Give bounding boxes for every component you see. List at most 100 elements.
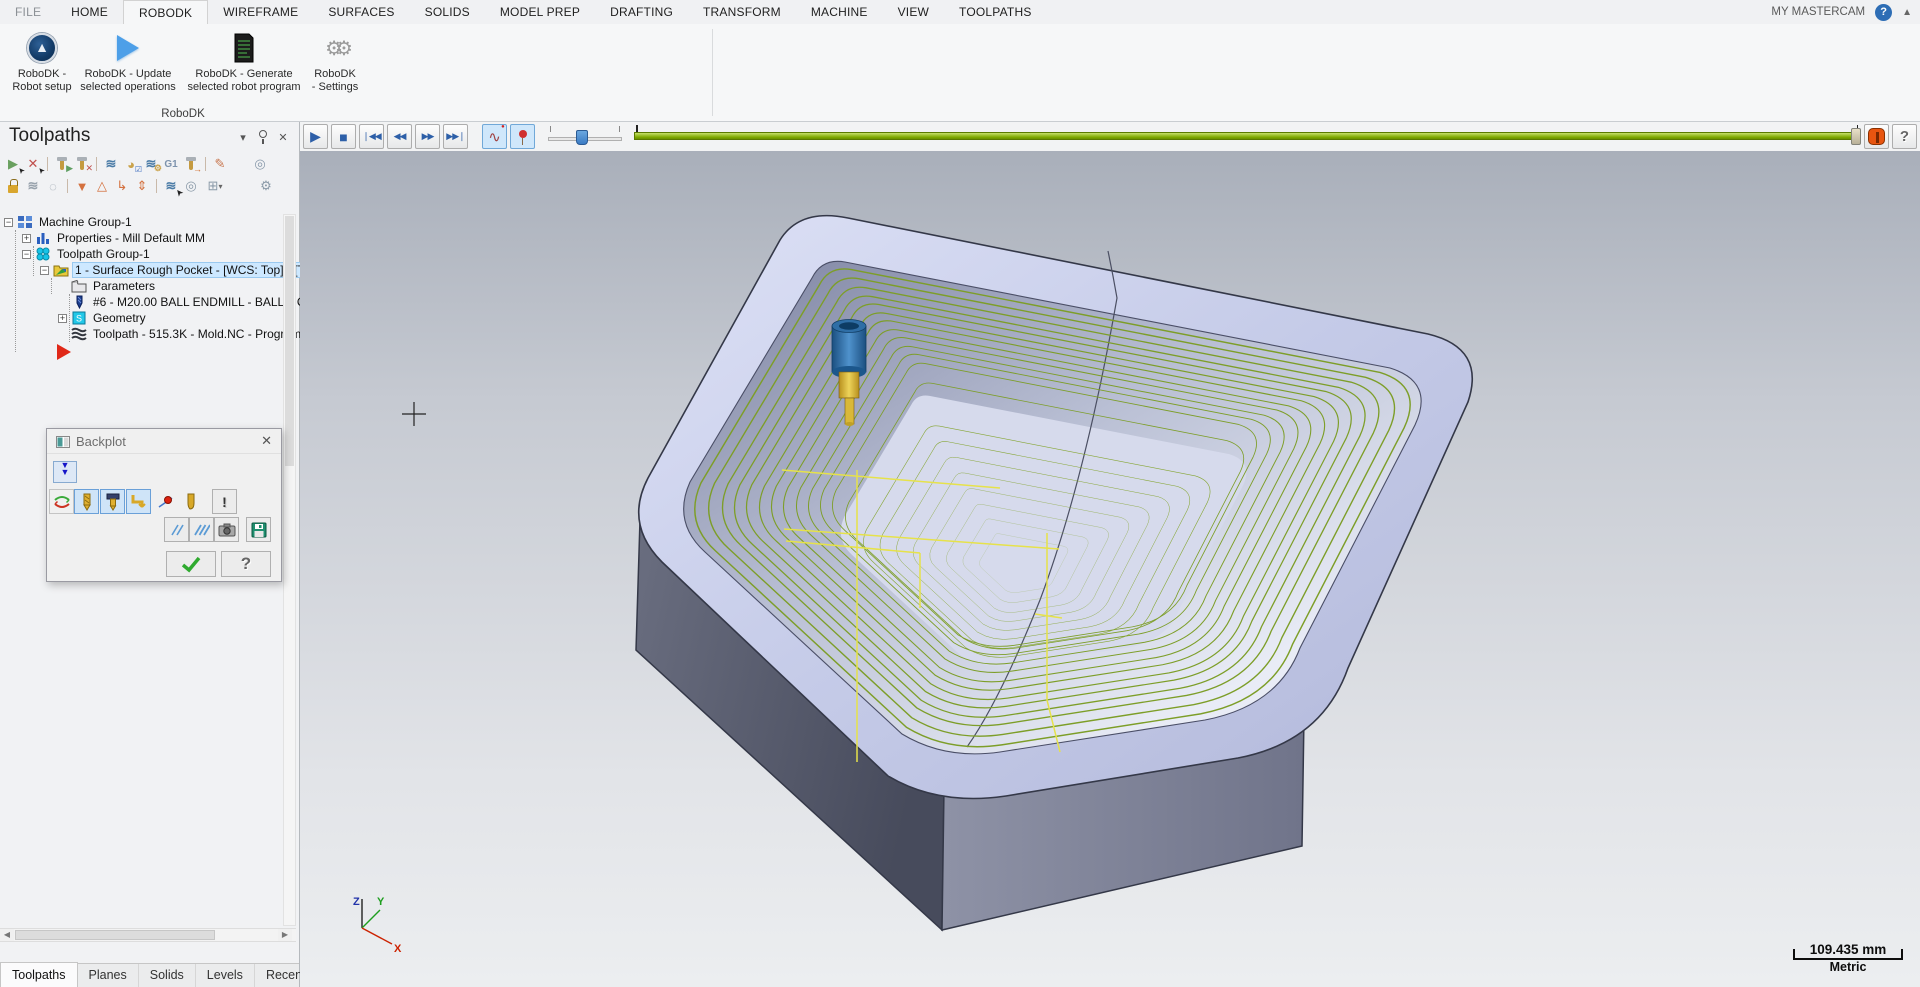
scroll-right-icon[interactable]: ▶: [278, 929, 292, 941]
bottom-tab-toolpaths[interactable]: Toolpaths: [0, 962, 78, 987]
tree-row-operation-1[interactable]: − 1 - Surface Rough Pocket - [WCS: Top] …: [0, 262, 280, 278]
stop-options-button[interactable]: !: [212, 489, 237, 514]
display-holder-button[interactable]: [100, 489, 125, 514]
go-to-end-button[interactable]: ▶▶❘: [443, 124, 468, 149]
simulation-progress-bar[interactable]: [634, 132, 1852, 140]
panel-pin-icon[interactable]: [259, 130, 267, 138]
slider-thumb[interactable]: [576, 130, 588, 145]
play-button[interactable]: ▶: [303, 124, 328, 149]
tab-home[interactable]: HOME: [56, 0, 123, 24]
tab-drafting[interactable]: DRAFTING: [595, 0, 688, 24]
settings-gear-icon[interactable]: ⚙: [257, 177, 275, 195]
simulate-rotations-button[interactable]: [49, 489, 74, 514]
dialog-close-icon[interactable]: ✕: [261, 433, 272, 449]
circle-tool-icon[interactable]: ◎: [251, 155, 269, 173]
bottom-tab-solids[interactable]: Solids: [139, 964, 196, 987]
tab-transform[interactable]: TRANSFORM: [688, 0, 796, 24]
bottom-tab-planes[interactable]: Planes: [78, 964, 139, 987]
verify-icon[interactable]: ◕☑: [122, 155, 140, 173]
collapse-icon[interactable]: −: [4, 218, 13, 227]
stop-button[interactable]: ■: [331, 124, 356, 149]
lock-toolpath-icon[interactable]: [4, 177, 22, 195]
regenerate-dirty-icon[interactable]: ✕: [73, 155, 91, 173]
ribbon-collapse-icon[interactable]: ▲: [1902, 7, 1912, 18]
display-options-icon[interactable]: ◎: [182, 177, 200, 195]
edit-toolpath-icon[interactable]: ✎: [211, 155, 229, 173]
display-rapid-moves-button[interactable]: [126, 489, 151, 514]
snapshot-button[interactable]: [214, 517, 239, 542]
my-mastercam-link[interactable]: MY MASTERCAM: [1771, 6, 1865, 18]
tree-row-toolpath-group[interactable]: − Toolpath Group-1: [0, 246, 280, 262]
regenerate-selected-icon[interactable]: ▶: [53, 155, 71, 173]
ok-button[interactable]: [166, 551, 216, 577]
tree-row-parameters[interactable]: Parameters: [0, 278, 280, 294]
dialog-titlebar[interactable]: Backplot ✕: [47, 429, 281, 454]
insert-arrow-icon[interactable]: [57, 344, 71, 360]
collapse-panel-button[interactable]: ▼▼: [53, 461, 77, 483]
tree-row-machine-group[interactable]: − Machine Group-1: [0, 214, 280, 230]
tab-surfaces[interactable]: SURFACES: [313, 0, 409, 24]
progress-handle[interactable]: [1851, 128, 1861, 145]
shaded-tool-button[interactable]: [178, 489, 203, 514]
tree-row-properties[interactable]: + Properties - Mill Default MM: [0, 230, 280, 246]
panel-close-icon[interactable]: ✕: [276, 131, 290, 144]
list-options-icon[interactable]: ⊞▾: [202, 177, 228, 195]
tree-vertical-scrollbar[interactable]: [283, 214, 296, 926]
display-tool-button[interactable]: [74, 489, 99, 514]
expand-icon[interactable]: +: [22, 234, 31, 243]
expand-icon[interactable]: +: [58, 314, 67, 323]
display-endpoints-button[interactable]: [153, 489, 178, 514]
select-toolpath-entities-icon[interactable]: ≋➤: [162, 177, 180, 195]
robodk-update-operations-button[interactable]: RoboDK - Updateselected operations: [76, 28, 180, 114]
select-all-operations-icon[interactable]: ▶➤: [4, 155, 22, 173]
hatch-dense-icon: [194, 523, 210, 537]
backplot-help-button[interactable]: ?: [1892, 124, 1917, 149]
graphics-viewport[interactable]: Z Y X: [300, 151, 1920, 987]
tab-wireframe[interactable]: WIREFRAME: [208, 0, 313, 24]
collapse-icon[interactable]: −: [40, 266, 49, 275]
save-button[interactable]: [246, 517, 271, 542]
scroll-thumb[interactable]: [15, 930, 215, 940]
hatch-dense-button[interactable]: [189, 517, 214, 542]
tab-machine[interactable]: MACHINE: [796, 0, 883, 24]
tab-model-prep[interactable]: MODEL PREP: [485, 0, 595, 24]
backplot-icon[interactable]: ≋: [102, 155, 120, 173]
scroll-left-icon[interactable]: ◀: [0, 929, 14, 941]
display-toolpath-toggle[interactable]: ∿: [482, 124, 507, 149]
unselect-all-operations-icon[interactable]: ✕➤: [24, 155, 42, 173]
display-tool-toggle[interactable]: [510, 124, 535, 149]
hatch-sparse-button[interactable]: [164, 517, 189, 542]
step-back-button[interactable]: ◀◀: [387, 124, 412, 149]
tree-horizontal-scrollbar[interactable]: ◀ ▶: [0, 928, 296, 942]
move-insert-down-icon[interactable]: ▼: [73, 177, 91, 195]
toggle-toolpath-display-icon[interactable]: ≋: [24, 177, 42, 195]
tree-label: Machine Group-1: [37, 215, 134, 229]
post-selected-icon[interactable]: →: [182, 155, 200, 173]
panel-menu-icon[interactable]: ▾: [236, 131, 250, 144]
bottom-tab-levels[interactable]: Levels: [196, 964, 255, 987]
ghost-toolpath-icon[interactable]: ◌: [44, 177, 62, 195]
go-to-start-button[interactable]: ❘◀◀: [359, 124, 384, 149]
speed-slider[interactable]: [548, 124, 622, 149]
robodk-robot-setup-button[interactable]: RoboDK -Robot setup: [10, 28, 74, 114]
tree-row-toolpath-file[interactable]: Toolpath - 515.3K - Mold.NC - Program: [0, 326, 280, 342]
scroll-insert-arrow-icon[interactable]: ⇕: [133, 177, 151, 195]
move-insert-up-icon[interactable]: △: [93, 177, 111, 195]
tab-view[interactable]: VIEW: [883, 0, 944, 24]
help-icon[interactable]: ?: [1875, 4, 1892, 21]
step-forward-button[interactable]: ▶▶: [415, 124, 440, 149]
move-insert-arrow-icon[interactable]: ↳: [113, 177, 131, 195]
tab-toolpaths[interactable]: TOOLPATHS: [944, 0, 1046, 24]
help-button[interactable]: ?: [221, 551, 271, 577]
tab-solids[interactable]: SOLIDS: [410, 0, 485, 24]
tree-row-tool[interactable]: #6 - M20.00 BALL ENDMILL - BALL-NOS: [0, 294, 280, 310]
robodk-settings-button[interactable]: ⚙⚙ RoboDK- Settings: [306, 28, 364, 114]
tab-file[interactable]: FILE: [0, 0, 56, 24]
stop-conditions-button[interactable]: [1864, 124, 1889, 149]
robodk-generate-program-button[interactable]: RoboDK - Generateselected robot program: [182, 28, 306, 114]
collapse-icon[interactable]: −: [22, 250, 31, 259]
g1-edit-icon[interactable]: G1: [162, 155, 180, 173]
simulator-options-icon[interactable]: ≋⚙: [142, 155, 160, 173]
tree-row-geometry[interactable]: + S Geometry: [0, 310, 280, 326]
tab-robodk[interactable]: ROBODK: [123, 0, 208, 24]
